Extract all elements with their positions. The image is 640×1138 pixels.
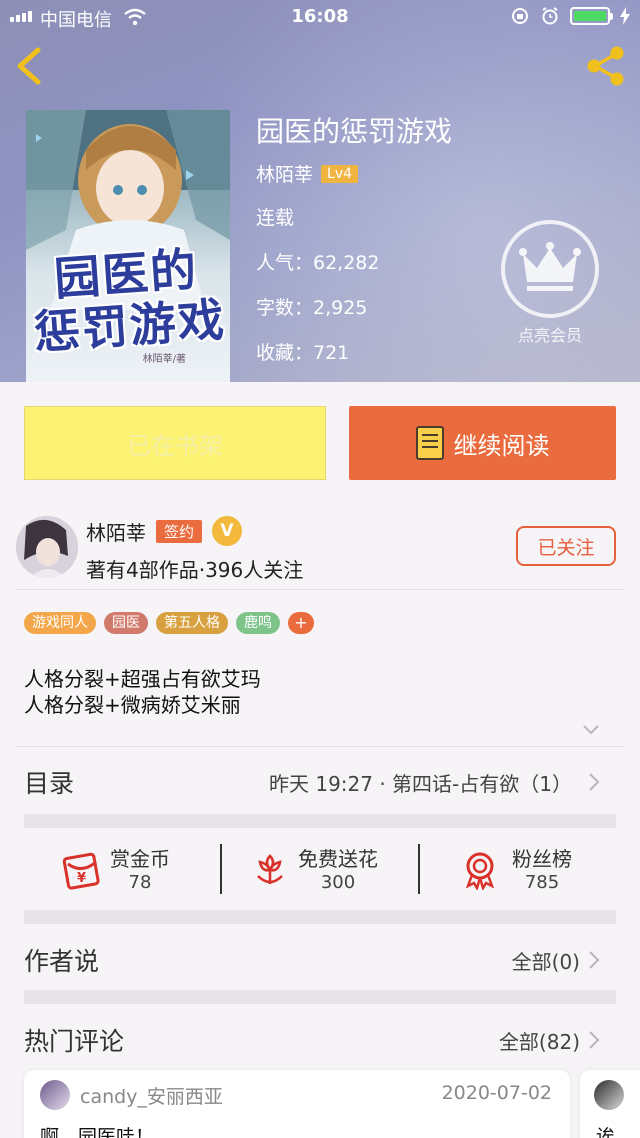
hot-comments-title: 热门评论 [24, 1027, 125, 1056]
tag-item[interactable]: 园医 [104, 612, 148, 634]
continue-reading-label: 继续阅读 [453, 431, 550, 460]
section-separator [24, 990, 616, 1004]
status-bar: 中国电信 16:08 [0, 0, 640, 34]
word-count: 字数：2,925 [256, 297, 368, 319]
send-flower-button[interactable]: 免费送花 300 [250, 842, 378, 898]
book-info: 园医的惩罚游戏 林陌莘 Lv4 连载 人气：62,282 字数：2,925 收藏… [256, 110, 452, 365]
comment-card[interactable]: candy_安丽西亚 2020-07-02 啊，园医哇！ [24, 1070, 570, 1138]
back-icon[interactable] [12, 44, 48, 88]
book-title: 园医的惩罚游戏 [256, 115, 453, 148]
action-bar: ¥ 赏金币 78 免费送花 300 粉丝榜 785 [24, 842, 616, 898]
divider [16, 746, 624, 747]
chevron-right-icon [589, 951, 600, 969]
action-label: 免费送花 [298, 847, 378, 871]
alarm-icon [542, 7, 558, 25]
description-line: 人格分裂+超强占有欲艾玛 [24, 667, 261, 691]
red-envelope-icon: ¥ [62, 852, 100, 890]
share-icon[interactable] [584, 44, 628, 88]
section-separator [24, 910, 616, 924]
action-label: 粉丝榜 [512, 847, 572, 871]
separator [220, 844, 222, 894]
divider [16, 589, 624, 590]
vip-label: 点亮会员 [517, 326, 582, 345]
chevron-down-icon[interactable] [582, 724, 600, 736]
author-avatar[interactable] [16, 516, 78, 578]
tag-item[interactable]: 鹿鸣 [236, 612, 280, 634]
description-line: 人格分裂+微病娇艾米丽 [24, 693, 241, 717]
author-says-all: 全部(0) [511, 950, 580, 974]
author-name[interactable]: 林陌莘 [86, 517, 146, 546]
medal-icon [465, 852, 495, 890]
crown-icon [519, 242, 581, 291]
tag-item[interactable]: 游戏同人 [24, 612, 96, 634]
cover-author: 林陌莘/著 [142, 354, 186, 365]
chevron-right-icon [589, 1031, 600, 1049]
latest-chapter: 昨天 19:27 · 第四话-占有欲（1） [268, 772, 572, 796]
catalog-title: 目录 [24, 769, 75, 798]
fan-ranking-button[interactable]: 粉丝榜 785 [460, 842, 572, 898]
follow-label: 已关注 [537, 536, 595, 559]
continue-reading-button[interactable]: 继续阅读 [349, 406, 616, 480]
svg-text:¥: ¥ [77, 871, 86, 886]
comment-date: 2020-07-02 [441, 1082, 552, 1104]
book-status: 连载 [256, 207, 295, 229]
commenter-avatar[interactable] [40, 1080, 70, 1110]
action-label: 赏金币 [110, 847, 170, 871]
follow-button[interactable]: 已关注 [516, 526, 616, 566]
add-tag-button[interactable]: + [288, 612, 314, 634]
book-cover[interactable]: 园医的 惩罚游戏 林陌莘/著 [26, 110, 230, 382]
comment-text: 诶 [596, 1126, 616, 1138]
signed-badge: 签约 [156, 519, 203, 543]
verified-icon: V [212, 516, 243, 546]
section-separator [24, 814, 616, 828]
comment-card[interactable]: 诶 [580, 1070, 640, 1138]
book-description: 人格分裂+超强占有欲艾玛 人格分裂+微病娇艾米丽 [24, 666, 261, 718]
separator [418, 844, 420, 894]
tag-item[interactable]: 第五人格 [156, 612, 228, 634]
rotation-lock-icon [512, 8, 528, 24]
chevron-right-icon [589, 773, 600, 791]
vip-button[interactable]: 点亮会员 [498, 220, 602, 346]
comment-text: 啊，园医哇！ [40, 1126, 155, 1138]
level-badge: Lv4 [321, 164, 359, 183]
action-count: 78 [128, 872, 152, 893]
cover-title: 园医的 惩罚游戏 [32, 242, 228, 360]
battery-icon [570, 7, 613, 25]
reward-coins-button[interactable]: ¥ 赏金币 78 [62, 842, 170, 898]
commenter-avatar[interactable] [594, 1080, 624, 1110]
charging-icon [620, 7, 630, 25]
author-says-title: 作者说 [24, 947, 100, 976]
action-count: 785 [524, 872, 560, 893]
author-stats: 著有4部作品·396人关注 [86, 558, 304, 582]
popularity-count: 人气：62,282 [256, 252, 380, 274]
book-icon [415, 426, 444, 460]
book-author[interactable]: 林陌莘 [256, 160, 313, 187]
commenter-name[interactable]: candy_安丽西亚 [80, 1082, 223, 1109]
action-count: 300 [320, 872, 356, 893]
hot-comments-all: 全部(82) [498, 1030, 580, 1054]
avatar-illustration [16, 516, 78, 578]
favorites-count: 收藏：721 [256, 342, 350, 364]
on-shelf-label: 已在书架 [127, 431, 223, 460]
flower-icon [257, 854, 283, 884]
book-header: 中国电信 16:08 园医的 惩罚游戏 林陌莘/著 园医的惩罚游戏 林陌莘 Lv… [0, 0, 640, 382]
on-shelf-button[interactable]: 已在书架 [24, 406, 326, 480]
tag-list: 游戏同人 园医 第五人格 鹿鸣 + [24, 612, 314, 634]
